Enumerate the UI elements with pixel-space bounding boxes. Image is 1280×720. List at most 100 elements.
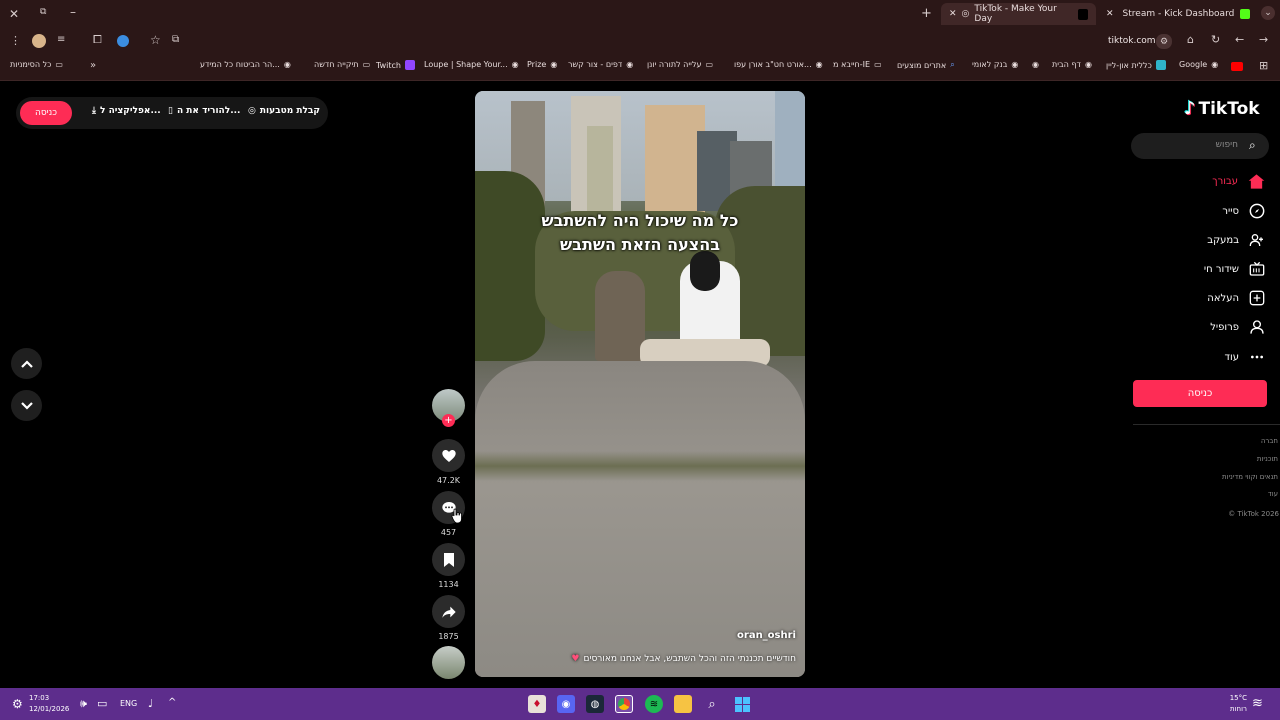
share-button[interactable] [432,595,465,628]
globe-icon: ◎ [961,9,970,19]
footer-link-company[interactable]: חברה [1261,437,1278,445]
music-disc-avatar[interactable] [432,646,465,679]
discord-icon[interactable]: ◉ [557,695,575,713]
video-person-hair [690,251,720,291]
bookmark-item[interactable]: כללית און-ליין [1106,60,1166,70]
tab-kick[interactable]: ✕ Stream - Kick Dashboard [1098,3,1258,25]
tab-search-icon[interactable]: ⌄ [1261,6,1275,20]
windows-start-icon[interactable] [733,695,751,713]
bookmark-item[interactable]: אורט חט"ב אורן עפו... ◉ [734,60,823,69]
save-button[interactable] [432,543,465,576]
like-button[interactable] [432,439,465,472]
sidebar-login-button[interactable]: כניסה [1133,380,1267,407]
grid-apps-icon[interactable]: ⊞ [1259,59,1268,72]
search-input[interactable]: חיפוש [1160,140,1238,150]
close-tab-icon[interactable]: ✕ [949,9,957,19]
bookmark-item[interactable]: דפים - צור קשר ◉ [568,60,633,69]
avatar[interactable] [32,34,46,48]
footer-link-programs[interactable]: תוכניות [1257,455,1278,463]
show-hidden-icons-icon[interactable]: ^ [168,697,176,708]
footer-link-more[interactable]: עוד [1268,490,1278,498]
bookmark-item[interactable]: ◉ [1032,60,1039,69]
clock[interactable]: 17:03 12/01/2026 [29,693,69,715]
comment-count: 457 [440,528,457,537]
follow-plus-button[interactable]: + [442,414,455,427]
sidebar-item-live[interactable]: שידור חי [1204,261,1265,277]
previous-video-button[interactable] [11,348,42,379]
bookmark-item[interactable]: תיקייה חדשה ▭ [314,60,370,69]
network-icon[interactable]: ▭ [97,697,107,710]
weather-widget[interactable]: 15°C רוחות [1215,693,1247,715]
search-icon: ⌕ [950,60,955,69]
back-icon[interactable]: ← [1235,33,1244,46]
next-video-button[interactable] [11,390,42,421]
download-link[interactable]: ▯ להוריד את ה... [168,106,240,116]
tab-tiktok[interactable]: ✕ ◎ TikTok - Make Your Day [941,3,1096,25]
login-button-top[interactable]: כניסה [20,101,72,125]
new-tab-button[interactable]: + [921,6,932,21]
bookmark-item[interactable]: Prize ◉ [527,60,557,69]
bookmark-item[interactable]: חייבא מ-IE ▭ [833,60,882,69]
video-player[interactable]: כל מה שיכול היה להשתבש בהצעה הזאת השתבש … [475,91,805,677]
bookmark-item[interactable]: עלייה לתורה יונן ▭ [647,60,713,69]
get-coins-link[interactable]: ◎ קבלת מטבעות [248,106,320,116]
extensions-icon[interactable]: ⧠ [93,33,102,47]
extension-icon[interactable] [117,35,129,47]
bookmark-label: דפים - צור קשר [568,60,623,69]
bookmark-item[interactable]: Loupe | Shape Your... ◉ [424,60,519,69]
mouse-cursor-icon [451,508,462,524]
profile-icon [1250,320,1264,334]
bookmark-label: הר הביטוח כל המידע... [200,60,280,69]
menu-icon[interactable]: ⋮ [10,34,21,47]
globe-icon: ◉ [1032,60,1039,69]
twitch-icon [404,60,415,70]
restore-window-icon[interactable]: ⧉ [40,7,46,17]
media-control-icon[interactable]: ≡ [57,34,65,45]
notification-settings-icon[interactable]: ⚙ [12,697,23,711]
reload-icon[interactable]: ↻ [1211,33,1220,46]
microphone-icon[interactable]: ♩ [148,697,153,710]
bookmark-item[interactable]: דף הבית ◉ [1052,60,1092,69]
chrome-icon[interactable] [615,695,633,713]
bookmark-all[interactable]: כל הסימניות ▭ [10,60,63,69]
sidebar-item-more[interactable]: עוד [1225,349,1265,365]
tiktok-note-icon: ♪ [1184,98,1196,119]
youtube-icon[interactable] [1231,62,1243,71]
spotify-icon[interactable]: ≋ [645,695,663,713]
sidebar-item-following[interactable]: במעקב [1207,232,1265,248]
address-bar[interactable]: tiktok.com [1108,36,1156,46]
bookmark-star-icon[interactable]: ☆ [150,33,161,47]
bookmark-item[interactable]: Google ◉ [1179,60,1218,69]
download-icon: ⤓ [92,106,96,116]
sidebar-item-profile[interactable]: פרופיל [1210,319,1265,335]
forward-icon[interactable]: → [1259,33,1268,46]
tab-label: TikTok - Make Your Day [974,4,1057,24]
tiktok-logo[interactable]: ♪ TikTok [1184,98,1260,119]
language-indicator[interactable]: ENG [120,699,137,708]
bookmark-item[interactable]: Twitch [376,60,415,70]
sidebar-item-upload[interactable]: העלאה [1207,290,1265,306]
save-count: 1134 [438,580,459,589]
app-red-icon[interactable]: ♦ [528,695,546,713]
more-bookmarks-icon[interactable]: » [90,60,96,71]
minimize-window-icon[interactable]: – [70,5,76,19]
share-page-icon[interactable]: ⧉ [172,34,179,45]
bookmark-item[interactable]: הר הביטוח כל המידע... ◉ [200,60,291,69]
bookmark-item[interactable]: בנק לאומי ◉ [972,60,1018,69]
bookmark-label: תיקייה חדשה [314,60,359,69]
video-username[interactable]: oran_oshri [737,630,796,641]
footer-link-terms[interactable]: תנאים וקווי מדיניות [1222,473,1278,481]
site-settings-icon[interactable]: ⚙ [1156,34,1172,49]
search-icon[interactable]: ⌕ [1249,138,1256,153]
bookmark-item[interactable]: אתרים מוצעים ⌕ [897,60,955,70]
sidebar-item-explore[interactable]: סייר [1222,203,1265,219]
search-taskbar-icon[interactable]: ⌕ [703,695,721,713]
file-explorer-icon[interactable] [674,695,692,713]
steam-icon[interactable]: ◍ [586,695,604,713]
home-icon[interactable]: ⌂ [1187,33,1194,46]
close-window-icon[interactable]: ✕ [9,7,19,21]
close-tab-icon[interactable]: ✕ [1106,9,1114,19]
sidebar-item-for-you[interactable]: עבורך [1212,173,1265,190]
get-app-link[interactable]: ⤓ אפליקציה ל... [92,106,161,116]
volume-icon[interactable]: 🕪 [80,697,87,711]
